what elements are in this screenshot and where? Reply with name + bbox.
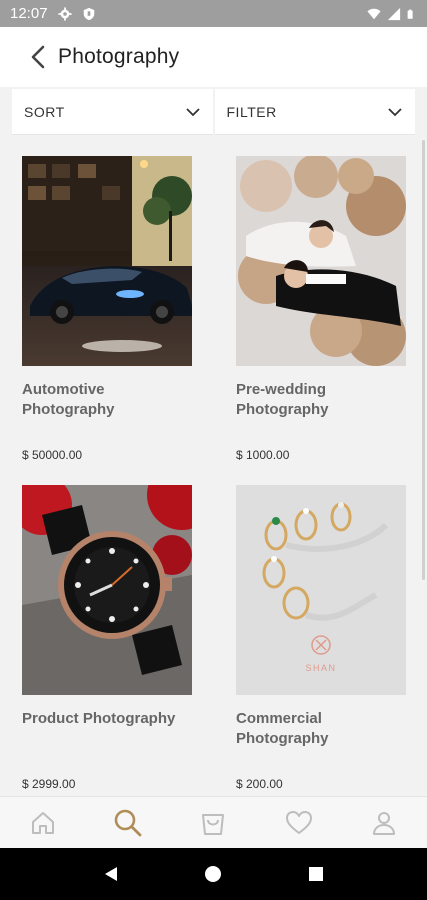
nav-wishlist[interactable]: [279, 803, 319, 843]
home-icon: [31, 811, 54, 834]
car-photo[interactable]: [22, 156, 192, 366]
status-bar: 12:07: [0, 0, 427, 27]
nav-cart[interactable]: [193, 803, 233, 843]
scrollbar[interactable]: [422, 140, 425, 580]
couple-photo[interactable]: [236, 156, 406, 366]
nav-home[interactable]: [23, 803, 63, 843]
product-card[interactable]: Product Photography $ 2999.00: [22, 485, 194, 791]
product-price: $ 200.00: [236, 777, 283, 791]
recents-square-icon[interactable]: [307, 865, 325, 883]
chevron-down-icon: [388, 107, 402, 116]
back-button[interactable]: [24, 43, 52, 71]
signal-icon: [387, 7, 401, 20]
person-icon: [373, 811, 396, 835]
nav-search[interactable]: [108, 803, 148, 843]
product-name: Product Photography: [22, 710, 176, 727]
settings-icon: [57, 6, 72, 21]
watch-photo[interactable]: [22, 485, 192, 695]
battery-icon: [407, 9, 413, 19]
product-price: $ 50000.00: [22, 448, 83, 462]
app-bar: Photography: [0, 27, 427, 87]
status-time: 12:07: [10, 5, 48, 22]
chevron-down-icon: [185, 107, 200, 116]
back-triangle-icon[interactable]: [102, 865, 120, 883]
sort-filter-toolbar: SORT FILTER: [0, 87, 427, 135]
product-card[interactable]: SHAN Commercial Photography $ 200.00: [236, 485, 408, 791]
search-icon: [114, 809, 142, 836]
product-card[interactable]: Pre-wedding Photography $ 1000.00: [236, 156, 408, 462]
product-name: Pre-wedding Photography: [236, 381, 329, 418]
svg-text:SHAN: SHAN: [305, 663, 336, 673]
filter-label: FILTER: [226, 103, 277, 120]
product-card[interactable]: Automotive Photography $ 50000.00: [22, 156, 194, 462]
page-title: Photography: [58, 45, 180, 68]
product-name: Automotive Photography: [22, 381, 115, 418]
cart-icon: [202, 813, 225, 835]
back-arrow-icon: [31, 45, 45, 69]
bottom-nav: [0, 796, 427, 848]
shield-icon: [83, 7, 94, 20]
filter-button[interactable]: FILTER: [214, 89, 415, 135]
home-circle-icon[interactable]: [204, 865, 222, 883]
nav-profile[interactable]: [364, 803, 404, 843]
product-price: $ 2999.00: [22, 777, 76, 791]
sort-label: SORT: [24, 103, 65, 120]
product-price: $ 1000.00: [236, 448, 290, 462]
product-grid: Automotive Photography $ 50000.00 Pre-we…: [0, 140, 427, 796]
heart-icon: [285, 810, 312, 834]
wifi-icon: [367, 8, 381, 19]
rings-photo[interactable]: SHAN: [236, 485, 406, 695]
sort-button[interactable]: SORT: [12, 89, 213, 135]
system-nav-bar: [0, 848, 427, 900]
product-name: Commercial Photography: [236, 710, 329, 747]
